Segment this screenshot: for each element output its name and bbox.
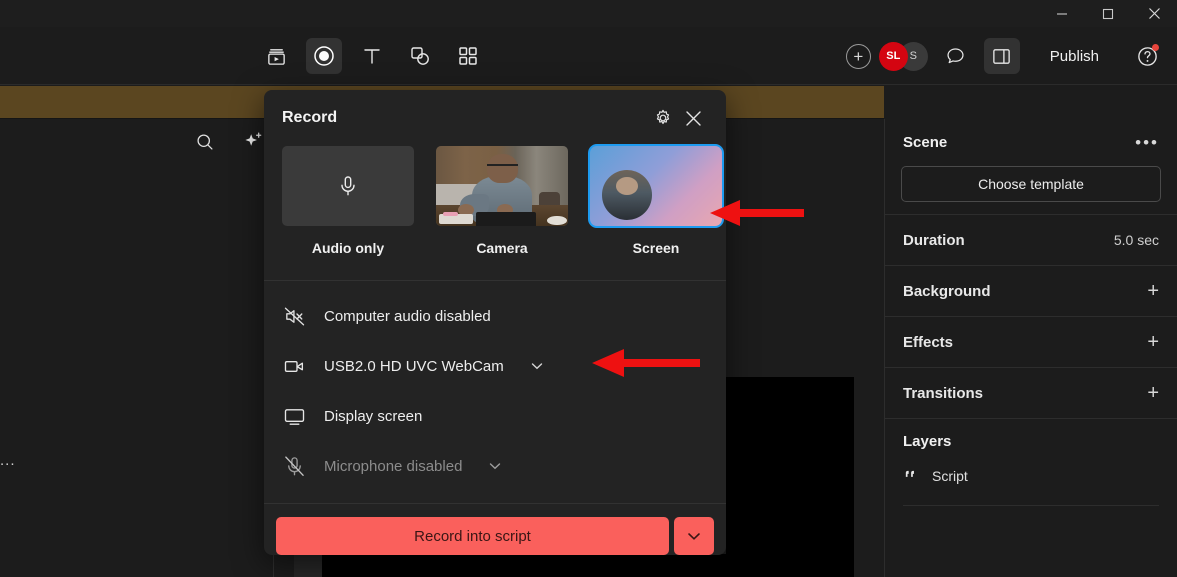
header-toolbar: + SL S Publish bbox=[0, 27, 1177, 85]
chevron-down-icon[interactable] bbox=[488, 459, 502, 473]
add-collaborator-label: + bbox=[853, 46, 864, 66]
video-camera-icon bbox=[282, 354, 306, 378]
comment-icon[interactable] bbox=[938, 38, 974, 74]
record-dialog: Record Audio only Camera Screen Computer… bbox=[264, 90, 726, 555]
avatar-group: SL S bbox=[878, 41, 928, 71]
quote-icon bbox=[903, 466, 920, 486]
layers-title: Layers bbox=[903, 433, 952, 450]
monitor-icon bbox=[282, 404, 306, 428]
sidebar-row-effects[interactable]: Effects + bbox=[885, 317, 1177, 368]
title-bar bbox=[0, 0, 1177, 27]
shapes-icon[interactable] bbox=[402, 38, 438, 74]
list-item[interactable]: Script bbox=[903, 460, 1159, 492]
source-label: Camera bbox=[476, 240, 528, 256]
app-window: + SL S Publish ... Scene ••• Choose temp… bbox=[0, 0, 1177, 577]
sidebar-row-label: Background bbox=[903, 282, 991, 300]
publish-button[interactable]: Publish bbox=[1036, 41, 1113, 72]
sidebar-row-background[interactable]: Background + bbox=[885, 266, 1177, 317]
page-title: Scene bbox=[903, 134, 948, 151]
avatar[interactable]: SL bbox=[878, 41, 908, 71]
layers-section: Layers Script bbox=[885, 419, 1177, 506]
toggle-side-panel-icon[interactable] bbox=[983, 38, 1020, 74]
window-minimize-button[interactable] bbox=[1039, 0, 1085, 27]
record-options-caret-button[interactable] bbox=[674, 517, 714, 555]
add-transition-icon[interactable]: + bbox=[1147, 383, 1159, 403]
screen-thumbnail[interactable] bbox=[588, 144, 724, 228]
microphone-icon bbox=[282, 146, 414, 226]
webcam-bubble-overlay bbox=[601, 170, 653, 220]
script-truncated-text: ... bbox=[0, 452, 16, 469]
source-label: Audio only bbox=[311, 240, 385, 256]
option-microphone[interactable]: Microphone disabled bbox=[264, 441, 726, 491]
header-right-group: + SL S Publish bbox=[845, 27, 1165, 85]
choose-template-button[interactable]: Choose template bbox=[901, 166, 1161, 202]
scene-more-icon[interactable]: ••• bbox=[1135, 134, 1159, 151]
add-collaborator-button[interactable]: + bbox=[845, 43, 871, 69]
add-effect-icon[interactable]: + bbox=[1147, 332, 1159, 352]
search-icon[interactable] bbox=[190, 127, 220, 157]
record-icon[interactable] bbox=[306, 38, 342, 74]
camera-thumbnail[interactable] bbox=[436, 146, 568, 226]
choose-template-wrapper: Choose template bbox=[885, 166, 1177, 215]
source-label: Screen bbox=[632, 240, 680, 256]
chevron-down-icon[interactable] bbox=[530, 359, 544, 373]
record-dialog-footer: Record into script bbox=[264, 503, 726, 555]
option-label: Computer audio disabled bbox=[324, 307, 491, 325]
layers-divider bbox=[903, 505, 1159, 506]
screen-preview-image bbox=[590, 146, 722, 226]
sidebar-row-label: Effects bbox=[903, 333, 954, 351]
timeline-clip-thumbnail[interactable] bbox=[294, 554, 322, 577]
apps-grid-icon[interactable] bbox=[450, 38, 486, 74]
sidebar-row-duration[interactable]: Duration 5.0 sec bbox=[885, 215, 1177, 266]
timeline-track[interactable] bbox=[322, 554, 726, 577]
duration-value: 5.0 sec bbox=[1113, 232, 1159, 248]
record-into-script-button[interactable]: Record into script bbox=[276, 517, 669, 555]
source-camera[interactable]: Camera bbox=[436, 146, 568, 256]
media-library-icon[interactable] bbox=[258, 38, 294, 74]
help-notification-dot bbox=[1152, 44, 1159, 51]
avatar-initials: SL bbox=[886, 50, 901, 62]
text-icon[interactable] bbox=[354, 38, 390, 74]
sidebar-row-label: Duration bbox=[903, 231, 965, 249]
publish-label: Publish bbox=[1049, 47, 1099, 65]
window-maximize-button[interactable] bbox=[1085, 0, 1131, 27]
scene-header: Scene ••• bbox=[885, 119, 1177, 166]
sidebar-row-label: Transitions bbox=[903, 384, 984, 402]
gear-icon[interactable] bbox=[648, 103, 678, 133]
option-label: USB2.0 HD UVC WebCam bbox=[324, 357, 504, 375]
close-icon[interactable] bbox=[678, 103, 708, 133]
help-icon[interactable] bbox=[1129, 38, 1165, 74]
properties-sidebar: Scene ••• Choose template Duration 5.0 s… bbox=[884, 119, 1177, 577]
source-audio-only[interactable]: Audio only bbox=[282, 146, 414, 256]
avatar-initials: S bbox=[909, 50, 917, 62]
record-options-list: Computer audio disabled USB2.0 HD UVC We… bbox=[264, 281, 726, 503]
layer-label: Script bbox=[932, 468, 968, 484]
add-background-icon[interactable]: + bbox=[1147, 281, 1159, 301]
help-button-wrapper bbox=[1129, 38, 1165, 74]
audio-only-thumbnail[interactable] bbox=[282, 146, 414, 226]
window-close-button[interactable] bbox=[1131, 0, 1177, 27]
record-source-group: Audio only Camera Screen bbox=[264, 144, 726, 262]
canvas-preview[interactable] bbox=[726, 377, 854, 577]
record-dialog-header: Record bbox=[264, 90, 726, 146]
option-label: Microphone disabled bbox=[324, 457, 463, 475]
microphone-muted-icon bbox=[282, 454, 306, 478]
record-dialog-title: Record bbox=[282, 109, 338, 126]
option-display-screen[interactable]: Display screen bbox=[264, 391, 726, 441]
script-panel-tools bbox=[190, 127, 268, 157]
editor-tool-group bbox=[258, 27, 486, 85]
option-computer-audio[interactable]: Computer audio disabled bbox=[264, 291, 726, 341]
source-screen[interactable]: Screen bbox=[588, 144, 724, 256]
option-webcam[interactable]: USB2.0 HD UVC WebCam bbox=[264, 341, 726, 391]
camera-preview-image bbox=[436, 146, 568, 226]
option-label: Display screen bbox=[324, 407, 423, 425]
sidebar-row-transitions[interactable]: Transitions + bbox=[885, 368, 1177, 419]
speaker-muted-icon bbox=[282, 304, 306, 328]
